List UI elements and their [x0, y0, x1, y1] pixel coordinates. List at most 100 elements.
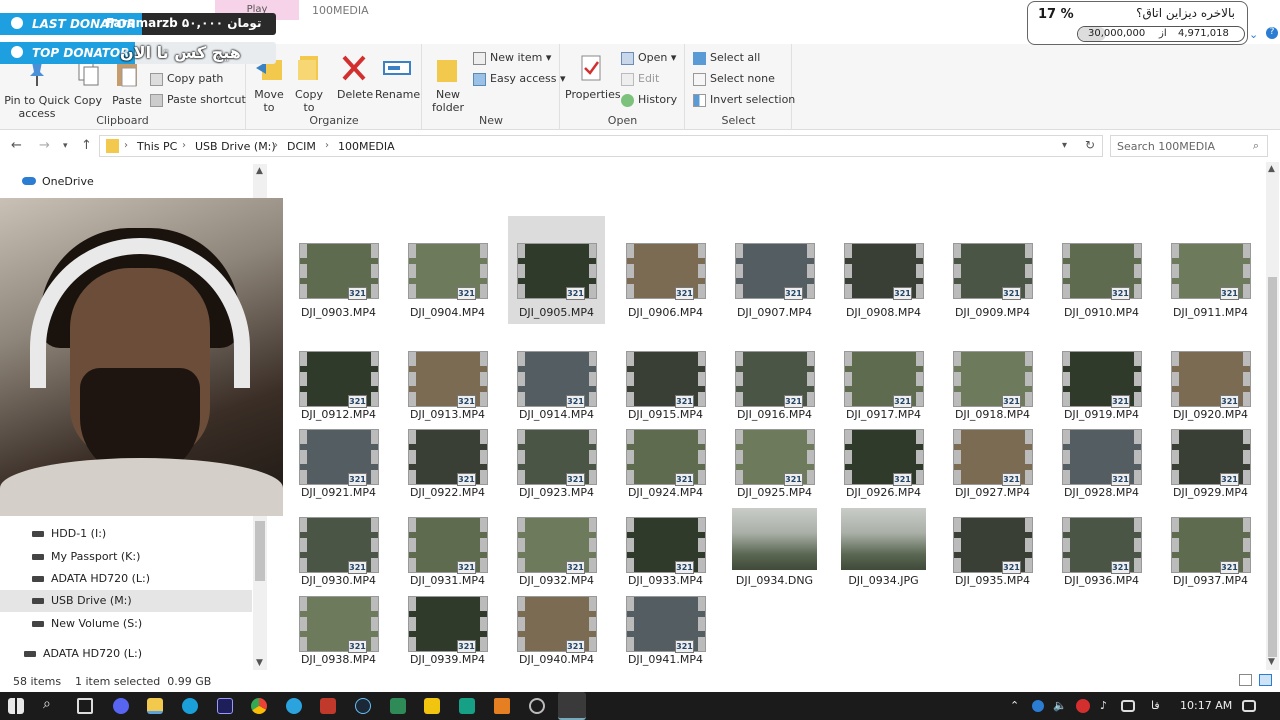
start-icon[interactable] — [8, 698, 24, 714]
scroll-up-icon[interactable]: ▲ — [256, 166, 263, 176]
scroll-down-icon[interactable]: ▼ — [1268, 657, 1275, 667]
file-tile[interactable]: 321 DJI_0911.MP4 — [1162, 216, 1259, 324]
select-all-button[interactable]: Select all — [693, 51, 760, 65]
language-indicator[interactable]: فا — [1151, 699, 1160, 712]
clock[interactable]: 10:17 AM — [1180, 699, 1232, 712]
app-icon[interactable] — [320, 698, 336, 714]
file-tile[interactable]: 321 DJI_0904.MP4 — [399, 216, 496, 324]
file-tile[interactable]: 321 DJI_0938.MP4 — [290, 596, 387, 670]
obs-icon[interactable] — [529, 698, 545, 714]
steam-icon[interactable] — [355, 698, 371, 714]
tray-icon[interactable] — [1076, 699, 1090, 713]
file-tile[interactable]: 321 DJI_0941.MP4 — [617, 596, 714, 670]
nav-drive-l-root[interactable]: ADATA HD720 (L:) — [0, 643, 252, 665]
file-tile[interactable]: 321 DJI_0905.MP4 — [508, 216, 605, 324]
nav-drive-l[interactable]: ADATA HD720 (L:) — [0, 568, 252, 590]
file-tile[interactable]: 321DJI_0901.MP4 — [1053, 160, 1150, 216]
crumb-usb-drive[interactable]: USB Drive (M:) — [195, 140, 276, 153]
microphone-icon[interactable]: ♪ — [1100, 699, 1107, 712]
file-tile[interactable]: 321 DJI_0908.MP4 — [835, 216, 932, 324]
search-icon[interactable]: ⌕ — [43, 696, 51, 712]
notifications-icon[interactable] — [1242, 700, 1256, 712]
network-icon[interactable] — [1121, 700, 1135, 712]
address-box[interactable]: › This PC › USB Drive (M:) › DCIM › 100M… — [99, 135, 1103, 157]
new-item-button[interactable]: New item ▾ — [473, 51, 551, 65]
file-tile[interactable]: 321 DJI_0903.MP4 — [290, 216, 387, 324]
task-view-icon[interactable] — [77, 698, 93, 714]
properties-button[interactable]: Properties — [565, 52, 621, 101]
file-tile[interactable]: 321 DJI_0909.MP4 — [944, 216, 1041, 324]
forward-icon[interactable]: → — [39, 138, 50, 153]
vegas-icon[interactable] — [182, 698, 198, 714]
crumb-100media[interactable]: 100MEDIA — [338, 140, 395, 153]
copy-to-button[interactable]: Copy to — [293, 52, 325, 114]
file-tile[interactable]: 321DJI_0896.MP4 — [508, 160, 605, 216]
select-none-button[interactable]: Select none — [693, 72, 775, 86]
file-tile[interactable]: DJI_0934.DNG — [726, 508, 823, 626]
file-tile[interactable]: 321 DJI_0907.MP4 — [726, 216, 823, 324]
history-button[interactable]: History — [621, 93, 677, 107]
file-tile[interactable]: 321 DJI_0906.MP4 — [617, 216, 714, 324]
file-tile[interactable]: 321DJI_0894.MP4 — [290, 160, 387, 216]
content-scroll-thumb[interactable] — [1268, 277, 1277, 657]
scroll-down-icon[interactable]: ▼ — [256, 658, 263, 668]
file-tile[interactable]: 321 DJI_0940.MP4 — [508, 596, 605, 670]
nav-scroll-thumb[interactable] — [255, 521, 265, 581]
app-icon[interactable] — [390, 698, 406, 714]
edit-button[interactable]: Edit — [621, 72, 659, 86]
large-icons-view-icon[interactable] — [1259, 674, 1272, 686]
invert-selection-button[interactable]: Invert selection — [693, 93, 795, 107]
paste-button[interactable]: Paste — [110, 58, 144, 107]
telegram-icon[interactable] — [286, 698, 302, 714]
tray-icon[interactable] — [1032, 700, 1044, 712]
file-tile[interactable]: DJI_0934.JPG — [835, 508, 932, 626]
file-tile[interactable]: 321DJI_0895.MP4 — [399, 160, 496, 216]
file-tile[interactable]: 321DJI_0902.MP4 — [1162, 160, 1259, 216]
file-tile[interactable]: 321 DJI_0935.MP4 — [944, 517, 1041, 626]
copy-path-button[interactable]: Copy path — [150, 72, 223, 86]
address-dropdown-icon[interactable]: ▾ — [1062, 140, 1067, 151]
discord-icon[interactable] — [113, 698, 129, 714]
search-input[interactable]: Search 100MEDIA ⌕ — [1110, 135, 1268, 157]
recent-chevron-icon[interactable]: ▾ — [63, 141, 68, 151]
tray-chevron-icon[interactable]: ⌃ — [1010, 699, 1019, 712]
nav-drive-m[interactable]: USB Drive (M:) — [0, 590, 252, 612]
delete-button[interactable]: Delete — [337, 52, 373, 101]
crumb-this-pc[interactable]: This PC — [137, 140, 177, 153]
back-icon[interactable]: ← — [11, 138, 22, 153]
premiere-icon[interactable] — [217, 698, 233, 714]
ribbon-collapse-icon[interactable]: ⌄ — [1249, 28, 1258, 41]
paste-shortcut-button[interactable]: Paste shortcut — [150, 93, 246, 107]
scroll-up-icon[interactable]: ▲ — [1268, 164, 1275, 174]
new-folder-button[interactable]: New folder — [427, 52, 469, 114]
file-tile[interactable]: 321DJI_0898.MP4 — [726, 160, 823, 216]
app-icon[interactable] — [459, 698, 475, 714]
nav-drive-i[interactable]: HDD-1 (I:) — [0, 523, 252, 545]
file-tile[interactable]: 321DJI_0900.MP4 — [944, 160, 1041, 216]
chrome-icon[interactable] — [251, 698, 267, 714]
file-tile[interactable]: 321 DJI_0910.MP4 — [1053, 216, 1150, 324]
refresh-icon[interactable]: ↻ — [1085, 138, 1095, 152]
open-button[interactable]: Open ▾ — [621, 51, 676, 65]
file-tile[interactable]: 321DJI_0899.MP4 — [835, 160, 932, 216]
file-tile[interactable]: 321 DJI_0937.MP4 — [1162, 517, 1259, 626]
help-icon[interactable]: ? — [1266, 27, 1278, 39]
nav-onedrive[interactable]: OneDrive — [22, 171, 274, 193]
copy-button[interactable]: Copy — [72, 58, 104, 107]
file-explorer-icon[interactable] — [147, 698, 163, 714]
app-icon[interactable] — [424, 698, 440, 714]
content-scrollbar[interactable]: ▲ ▼ — [1266, 162, 1279, 670]
app-icon[interactable] — [494, 698, 510, 714]
active-app-icon[interactable] — [558, 692, 586, 720]
file-tile[interactable]: 321DJI_0897.MP4 — [617, 160, 714, 216]
nav-drive-s[interactable]: New Volume (S:) — [0, 613, 252, 635]
details-view-icon[interactable] — [1239, 674, 1252, 686]
easy-access-button[interactable]: Easy access ▾ — [473, 72, 566, 86]
rename-button[interactable]: Rename — [375, 52, 420, 101]
pin-quick-access-button[interactable]: Pin to Quick access — [4, 58, 70, 120]
crumb-dcim[interactable]: DCIM — [287, 140, 316, 153]
nav-drive-k[interactable]: My Passport (K:) — [0, 546, 252, 568]
up-icon[interactable]: ↑ — [81, 138, 92, 153]
file-tile[interactable]: 321 DJI_0936.MP4 — [1053, 517, 1150, 626]
volume-icon[interactable]: 🔈 — [1053, 699, 1067, 712]
